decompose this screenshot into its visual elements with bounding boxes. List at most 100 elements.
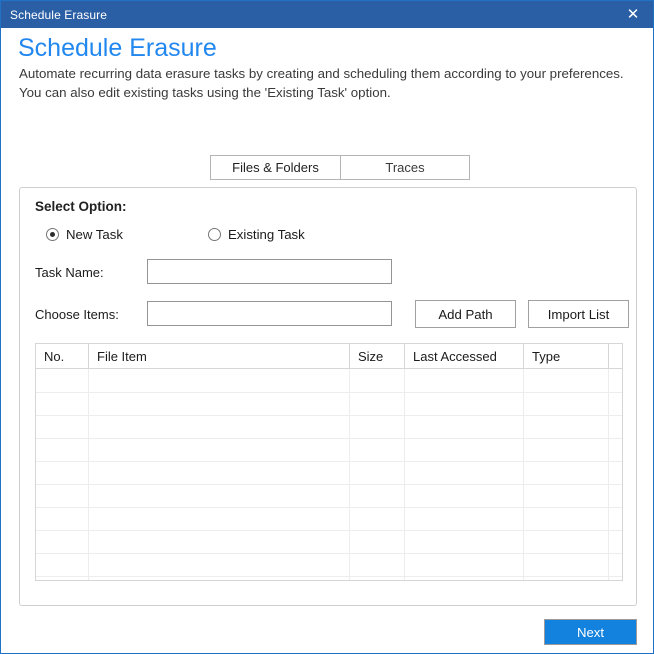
table-cell	[89, 485, 350, 507]
choose-items-input[interactable]	[147, 301, 392, 326]
table-row[interactable]	[36, 530, 622, 553]
table-cell	[609, 416, 622, 438]
table-cell	[89, 416, 350, 438]
table-cell	[405, 485, 524, 507]
table-cell	[609, 554, 622, 576]
table-cell	[350, 462, 405, 484]
select-option-panel: Select Option: New Task Existing Task Ta…	[19, 187, 637, 606]
radio-existing-task-mark[interactable]	[208, 228, 221, 241]
table-row[interactable]	[36, 438, 622, 461]
column-header-size[interactable]: Size	[350, 344, 405, 368]
column-header-last-accessed[interactable]: Last Accessed	[405, 344, 524, 368]
table-cell	[405, 531, 524, 553]
column-header-type[interactable]: Type	[524, 344, 609, 368]
radio-existing-task-label: Existing Task	[228, 227, 305, 242]
select-option-title: Select Option:	[35, 199, 127, 214]
table-cell	[36, 416, 89, 438]
table-cell	[524, 369, 609, 392]
table-cell	[609, 485, 622, 507]
table-cell	[609, 369, 622, 392]
tab-traces[interactable]: Traces	[341, 155, 470, 180]
file-item-table: No. File Item Size Last Accessed Type	[35, 343, 623, 581]
table-cell	[89, 369, 350, 392]
table-body	[36, 368, 622, 580]
table-cell	[405, 416, 524, 438]
close-icon[interactable]: ✕	[613, 1, 653, 28]
table-cell	[405, 369, 524, 392]
table-cell	[609, 508, 622, 530]
table-cell	[36, 485, 89, 507]
table-cell	[36, 439, 89, 461]
column-header-file-item[interactable]: File Item	[89, 344, 350, 368]
table-row[interactable]	[36, 461, 622, 484]
table-cell	[405, 393, 524, 415]
table-cell	[36, 554, 89, 576]
task-name-input[interactable]	[147, 259, 392, 284]
choose-items-label: Choose Items:	[35, 307, 119, 322]
table-cell	[36, 393, 89, 415]
table-row[interactable]	[36, 484, 622, 507]
radio-new-task-mark[interactable]	[46, 228, 59, 241]
table-cell	[405, 554, 524, 576]
table-cell	[350, 393, 405, 415]
radio-new-task[interactable]: New Task	[46, 227, 123, 242]
table-cell	[36, 462, 89, 484]
table-cell	[405, 462, 524, 484]
column-header-no[interactable]: No.	[36, 344, 89, 368]
radio-new-task-label: New Task	[66, 227, 123, 242]
table-cell	[609, 531, 622, 553]
table-row[interactable]	[36, 368, 622, 392]
table-cell	[524, 485, 609, 507]
table-cell	[350, 554, 405, 576]
table-cell	[609, 577, 622, 580]
task-name-label: Task Name:	[35, 265, 104, 280]
table-cell	[350, 531, 405, 553]
tab-bar: Files & Folders Traces	[210, 155, 470, 180]
table-cell	[524, 416, 609, 438]
table-cell	[89, 462, 350, 484]
table-cell	[36, 508, 89, 530]
tab-files-and-folders[interactable]: Files & Folders	[210, 155, 341, 180]
column-header-spacer	[609, 344, 622, 368]
table-row[interactable]	[36, 576, 622, 580]
radio-existing-task[interactable]: Existing Task	[208, 227, 305, 242]
next-button[interactable]: Next	[544, 619, 637, 645]
table-row[interactable]	[36, 553, 622, 576]
import-list-button[interactable]: Import List	[528, 300, 629, 328]
table-cell	[350, 577, 405, 580]
table-cell	[89, 554, 350, 576]
table-cell	[609, 462, 622, 484]
page-title: Schedule Erasure	[18, 34, 217, 62]
table-row[interactable]	[36, 415, 622, 438]
table-cell	[350, 416, 405, 438]
table-cell	[405, 439, 524, 461]
table-cell	[405, 577, 524, 580]
table-cell	[89, 508, 350, 530]
table-cell	[609, 439, 622, 461]
table-cell	[350, 485, 405, 507]
table-cell	[89, 393, 350, 415]
add-path-button[interactable]: Add Path	[415, 300, 516, 328]
table-cell	[524, 577, 609, 580]
table-cell	[350, 369, 405, 392]
table-cell	[524, 462, 609, 484]
table-cell	[524, 393, 609, 415]
table-cell	[89, 531, 350, 553]
table-cell	[36, 577, 89, 580]
page-subtitle: Automate recurring data erasure tasks by…	[19, 66, 624, 100]
table-cell	[524, 508, 609, 530]
table-cell	[524, 531, 609, 553]
title-bar: Schedule Erasure ✕	[1, 1, 653, 28]
table-cell	[524, 439, 609, 461]
table-row[interactable]	[36, 507, 622, 530]
table-row[interactable]	[36, 392, 622, 415]
table-cell	[524, 554, 609, 576]
window-title: Schedule Erasure	[10, 7, 107, 22]
table-cell	[405, 508, 524, 530]
table-header-row: No. File Item Size Last Accessed Type	[36, 344, 622, 368]
table-cell	[36, 531, 89, 553]
table-cell	[89, 577, 350, 580]
table-cell	[350, 439, 405, 461]
schedule-erasure-window: Schedule Erasure ✕ Schedule Erasure Auto…	[0, 0, 654, 654]
table-cell	[89, 439, 350, 461]
